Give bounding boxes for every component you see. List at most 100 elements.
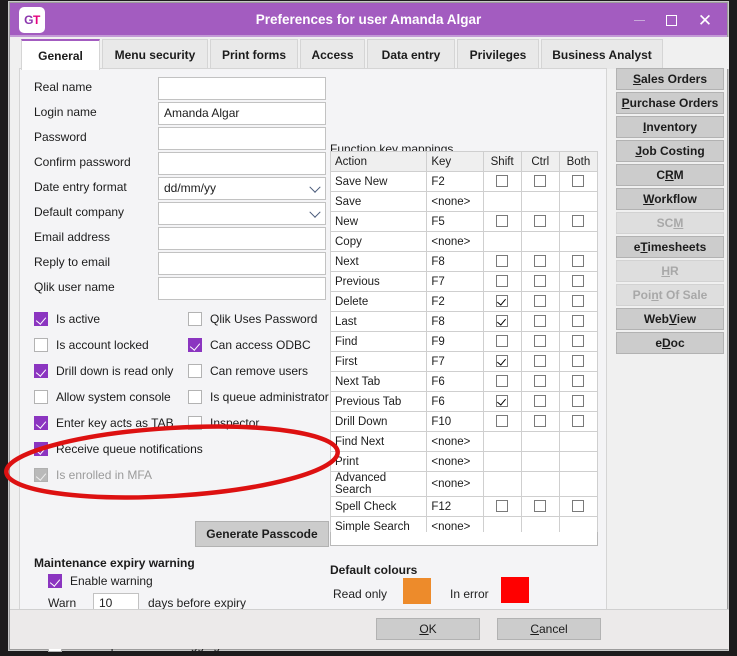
checkbox-row-drill-down-is-read-only[interactable]: Drill down is read only [34,360,173,382]
checkbox-shift[interactable] [496,175,509,188]
cell-shift[interactable] [482,391,522,412]
checkbox-ctrl[interactable] [534,375,547,388]
cell-shift[interactable] [482,291,522,312]
checkbox-both[interactable] [572,295,585,308]
checkbox-both[interactable] [572,255,585,268]
cell-shift[interactable] [482,251,522,272]
cell-key[interactable]: <none> [426,451,484,472]
cell-both[interactable] [558,211,599,232]
cell-ctrl[interactable] [520,211,560,232]
checkbox-ctrl[interactable] [534,335,547,348]
table-row[interactable]: Print <none> [329,451,599,472]
cell-shift[interactable] [482,351,522,372]
maximize-icon[interactable] [655,3,687,37]
chevron-down-icon[interactable] [309,181,321,193]
cell-both[interactable] [558,496,599,517]
cell-shift[interactable] [482,331,522,352]
module-button-etimesheets[interactable]: eTimesheets [616,236,724,258]
checkbox-enter-key-acts-as-tab[interactable] [34,416,48,430]
checkbox-ctrl[interactable] [534,295,547,308]
table-row[interactable]: Copy <none> [329,231,599,252]
module-button-inventory[interactable]: Inventory [616,116,724,138]
cell-ctrl[interactable] [520,391,560,412]
checkbox-ctrl[interactable] [534,255,547,268]
checkbox-ctrl[interactable] [534,215,547,228]
checkbox-drill-down-is-read-only[interactable] [34,364,48,378]
cell-shift[interactable] [482,271,522,292]
checkbox-shift[interactable] [496,315,509,328]
generate-passcode-button[interactable]: Generate Passcode [195,521,329,547]
checkbox-qlik-uses-password[interactable] [188,312,202,326]
checkbox-row-is-queue-administrator[interactable]: Is queue administrator [188,386,329,408]
tab-print-forms[interactable]: Print forms [210,39,298,69]
tab-menu-security[interactable]: Menu security [102,39,208,69]
checkbox-is-queue-administrator[interactable] [188,390,202,404]
checkbox-row-enter-key-acts-as-tab[interactable]: Enter key acts as TAB [34,412,174,434]
cell-key[interactable]: F7 [426,351,484,372]
checkbox-row-is-active[interactable]: Is active [34,308,100,330]
real-name-input[interactable] [158,77,326,100]
table-row[interactable]: Last F8 [329,311,599,332]
checkbox-can-access-odbc[interactable] [188,338,202,352]
cell-ctrl[interactable] [520,251,560,272]
cell-key[interactable]: F2 [426,291,484,312]
cell-key[interactable]: F8 [426,251,484,272]
checkbox-both[interactable] [572,175,585,188]
cell-key[interactable]: <none> [426,231,484,252]
cell-both[interactable] [558,331,599,352]
checkbox-both[interactable] [572,395,585,408]
cell-both[interactable] [558,291,599,312]
cell-both[interactable] [558,311,599,332]
checkbox-both[interactable] [572,275,585,288]
cell-key[interactable]: F7 [426,271,484,292]
cell-shift[interactable] [482,371,522,392]
cell-ctrl[interactable] [520,371,560,392]
checkbox-row-qlik-uses-password[interactable]: Qlik Uses Password [188,308,317,330]
cell-key[interactable]: F6 [426,391,484,412]
table-row[interactable]: Save <none> [329,191,599,212]
module-button-purchase-orders[interactable]: Purchase Orders [616,92,724,114]
read-only-colour-swatch[interactable] [403,578,431,604]
module-button-webview[interactable]: WebView [616,308,724,330]
close-icon[interactable]: ✕ [689,3,721,37]
enable-warning-checkbox[interactable] [48,574,62,588]
checkbox-row-allow-system-console[interactable]: Allow system console [34,386,171,408]
in-error-colour-swatch[interactable] [501,577,529,603]
table-row[interactable]: Previous F7 [329,271,599,292]
table-row[interactable]: Previous Tab F6 [329,391,599,412]
module-button-workflow[interactable]: Workflow [616,188,724,210]
table-row[interactable]: Next F8 [329,251,599,272]
checkbox-ctrl[interactable] [534,275,547,288]
cell-key[interactable]: F6 [426,371,484,392]
checkbox-row-can-access-odbc[interactable]: Can access ODBC [188,334,311,356]
minimize-icon[interactable] [623,3,655,37]
table-row[interactable]: New F5 [329,211,599,232]
checkbox-shift[interactable] [496,275,509,288]
cell-both[interactable] [558,371,599,392]
qlik-user-name-input[interactable] [158,277,326,300]
date-entry-format-select[interactable]: dd/mm/yy [158,177,326,200]
checkbox-shift[interactable] [496,215,509,228]
chevron-down-icon[interactable] [309,206,321,218]
table-row[interactable]: Delete F2 [329,291,599,312]
checkbox-both[interactable] [572,335,585,348]
cell-key[interactable]: F8 [426,311,484,332]
checkbox-ctrl[interactable] [534,315,547,328]
checkbox-shift[interactable] [496,295,509,308]
table-row[interactable]: Advanced Search <none> [329,471,599,497]
table-row[interactable]: Find F9 [329,331,599,352]
cell-shift[interactable] [482,496,522,517]
checkbox-shift[interactable] [496,415,509,428]
enable-warning-row[interactable]: Enable warning [48,570,153,592]
cell-shift[interactable] [482,211,522,232]
checkbox-both[interactable] [572,415,585,428]
reply-to-email-input[interactable] [158,252,326,275]
checkbox-is-active[interactable] [34,312,48,326]
cell-both[interactable] [558,411,599,432]
tab-privileges[interactable]: Privileges [457,39,539,69]
module-button-edoc[interactable]: eDoc [616,332,724,354]
checkbox-can-remove-users[interactable] [188,364,202,378]
table-row[interactable]: Spell Check F12 [329,496,599,517]
default-company-select[interactable] [158,202,326,225]
cell-key[interactable]: <none> [426,191,484,212]
